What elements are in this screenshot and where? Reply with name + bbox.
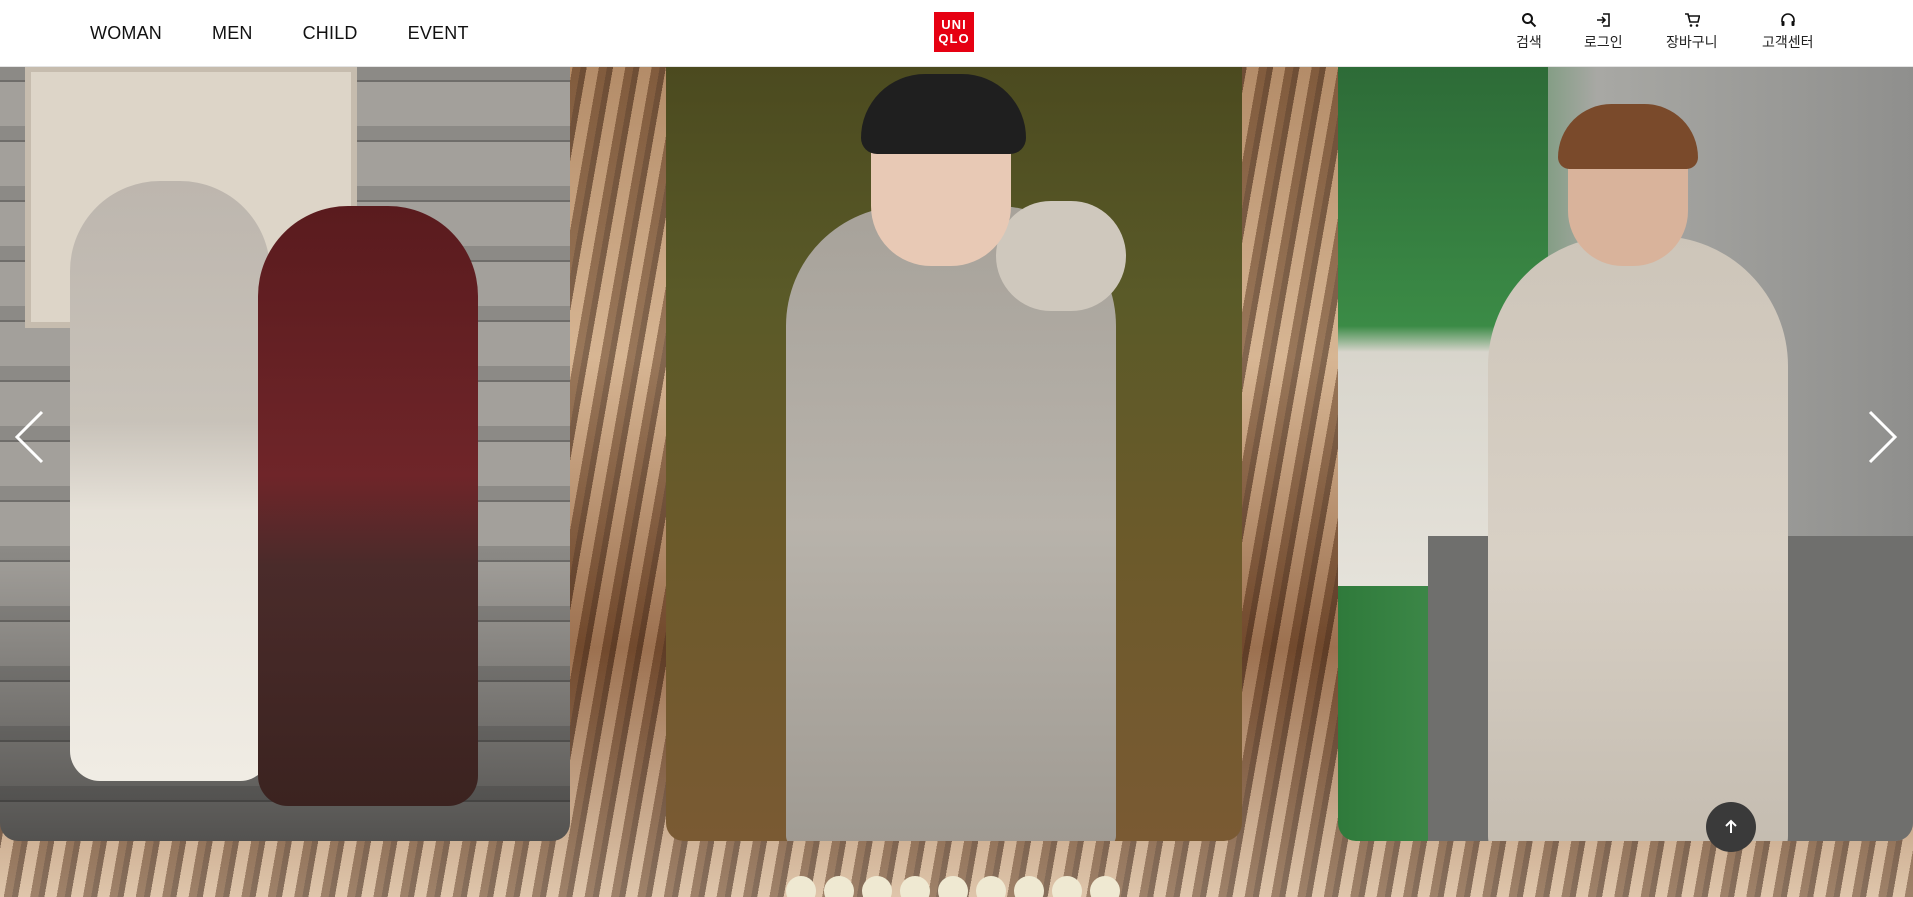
logo-line-2: QLO (938, 31, 970, 46)
slide-image-tram-puffer[interactable] (1338, 66, 1913, 841)
support-button[interactable]: 고객센터 (1762, 12, 1814, 52)
pagination-dot[interactable] (938, 876, 968, 897)
cart-label: 장바구니 (1666, 34, 1718, 50)
carousel-next-button[interactable] (1860, 407, 1900, 467)
slide-image-couple-stairs[interactable] (0, 66, 570, 841)
carousel-pagination (0, 876, 1913, 897)
chevron-right-icon (1868, 410, 1898, 464)
figure-beige-puffer (1488, 236, 1788, 841)
pagination-dot[interactable] (1052, 876, 1082, 897)
black-cap (861, 74, 1026, 154)
pagination-dot[interactable] (1014, 876, 1044, 897)
slide-image-hooded-coat[interactable] (666, 66, 1242, 841)
main-nav: WOMAN MEN CHILD EVENT (90, 0, 519, 66)
login-icon (1597, 13, 1611, 27)
pagination-dot[interactable] (1090, 876, 1120, 897)
search-icon (1521, 13, 1537, 28)
brown-beanie (1558, 104, 1698, 169)
nav-item-woman[interactable]: WOMAN (90, 23, 162, 44)
figure-light-puffer (70, 181, 270, 781)
top-header: WOMAN MEN CHILD EVENT UNI QLO 검색 로그인 장바구… (0, 0, 1913, 67)
pagination-dot[interactable] (786, 876, 816, 897)
arrow-up-icon (1725, 819, 1737, 833)
figure-burgundy-puffer (258, 206, 478, 806)
login-button[interactable]: 로그인 (1584, 12, 1623, 52)
hero-carousel (0, 66, 1913, 897)
pagination-dot[interactable] (900, 876, 930, 897)
login-label: 로그인 (1584, 34, 1623, 50)
search-button[interactable]: 검색 (1516, 12, 1542, 52)
nav-item-men[interactable]: MEN (212, 23, 253, 44)
headset-icon (1780, 13, 1795, 26)
logo-line-1: UNI (941, 17, 967, 32)
fur-hood (996, 201, 1126, 311)
cart-button[interactable]: 장바구니 (1666, 12, 1718, 52)
chevron-left-icon (14, 410, 44, 464)
pagination-dot[interactable] (862, 876, 892, 897)
back-to-top-button[interactable] (1706, 802, 1756, 852)
pagination-dot[interactable] (824, 876, 854, 897)
nav-item-child[interactable]: CHILD (303, 23, 358, 44)
uniqlo-logo[interactable]: UNI QLO (934, 12, 974, 52)
search-label: 검색 (1516, 34, 1542, 50)
support-label: 고객센터 (1762, 34, 1814, 50)
carousel-prev-button[interactable] (12, 407, 52, 467)
nav-item-event[interactable]: EVENT (408, 23, 469, 44)
cart-icon (1684, 13, 1700, 27)
pagination-dot[interactable] (976, 876, 1006, 897)
